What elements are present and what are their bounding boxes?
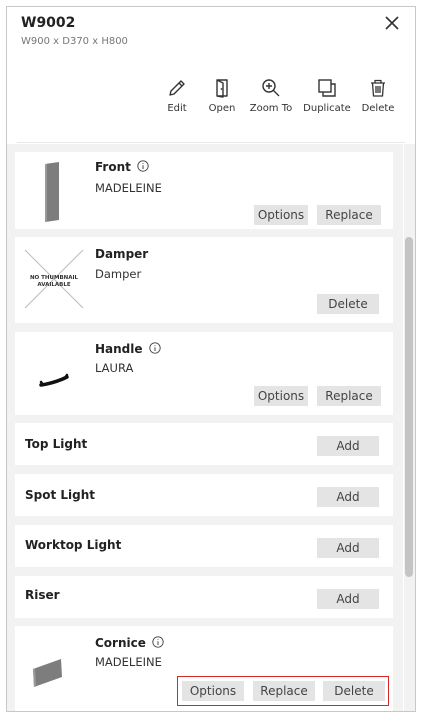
worktop-light-add-button[interactable]: Add — [317, 538, 379, 558]
door-icon — [216, 79, 228, 98]
top-light-add-button[interactable]: Add — [317, 436, 379, 456]
spot-light-name: Spot Light — [25, 488, 96, 502]
info-icon[interactable] — [152, 636, 164, 648]
handle-replace-button[interactable]: Replace — [317, 386, 381, 406]
info-icon[interactable] — [137, 160, 149, 172]
front-name: Front — [95, 160, 131, 174]
thumb-text-line1: NO THUMBNAIL — [30, 275, 79, 281]
trash-icon — [371, 79, 385, 97]
front-value: MADELEINE — [95, 181, 162, 195]
component-list: Front MADELEINE Options Replace NO THUMB… — [7, 144, 403, 711]
component-card-front: Front MADELEINE Options Replace — [15, 152, 393, 229]
top-light-name: Top Light — [25, 437, 88, 451]
cabinet-dimensions: W900 x D370 x H800 — [21, 36, 128, 47]
scrollbar-thumb[interactable] — [405, 237, 413, 577]
handle-value: LAURA — [95, 361, 134, 375]
handle-options-button[interactable]: Options — [254, 386, 308, 406]
cornice-value: MADELEINE — [95, 655, 162, 669]
spot-light-add-button[interactable]: Add — [317, 487, 379, 507]
front-name-row: Front — [95, 160, 149, 174]
duplicate-label: Duplicate — [303, 103, 351, 114]
handle-name: Handle — [95, 342, 143, 356]
zoom-to-button[interactable]: Zoom To — [245, 77, 297, 114]
riser-name: Riser — [25, 588, 60, 602]
component-card-worktop-light: Worktop Light Add — [15, 525, 393, 567]
thumb-text-line2: AVAILABLE — [37, 282, 71, 288]
damper-delete-button[interactable]: Delete — [317, 294, 379, 314]
toolbar-divider — [17, 142, 405, 143]
handle-name-row: Handle — [95, 342, 161, 356]
open-button[interactable]: Open — [196, 77, 248, 114]
component-card-spot-light: Spot Light Add — [15, 474, 393, 516]
delete-cabinet-button[interactable]: Delete — [352, 77, 404, 114]
duplicate-icon — [318, 79, 336, 97]
component-card-top-light: Top Light Add — [15, 423, 393, 465]
front-options-button[interactable]: Options — [254, 205, 308, 225]
handle-thumbnail — [39, 373, 69, 387]
duplicate-button[interactable]: Duplicate — [301, 77, 353, 114]
component-panel: W9002 W900 x D370 x H800 Edit Open Zoom … — [6, 6, 416, 712]
action-buttons-highlight — [177, 676, 389, 706]
delete-label: Delete — [361, 103, 395, 114]
cornice-name-row: Cornice — [95, 636, 164, 650]
front-replace-button[interactable]: Replace — [317, 205, 381, 225]
pencil-icon — [169, 80, 185, 96]
cornice-thumbnail — [33, 659, 62, 687]
damper-value: Damper — [95, 267, 142, 281]
close-icon[interactable] — [382, 13, 402, 33]
cabinet-title: W9002 — [21, 15, 76, 31]
damper-name: Damper — [95, 247, 149, 261]
component-card-handle: Handle LAURA Options Replace — [15, 332, 393, 415]
component-card-damper: NO THUMBNAIL AVAILABLE Damper Damper Del… — [15, 237, 393, 323]
no-thumbnail-image: NO THUMBNAIL AVAILABLE — [24, 249, 84, 309]
riser-add-button[interactable]: Add — [317, 589, 379, 609]
zoom-to-label: Zoom To — [249, 103, 293, 114]
info-icon[interactable] — [148, 342, 161, 354]
cornice-name: Cornice — [95, 636, 146, 650]
worktop-light-name: Worktop Light — [25, 538, 122, 552]
open-label: Open — [208, 103, 236, 114]
component-card-riser: Riser Add — [15, 576, 393, 618]
zoom-in-icon — [262, 79, 280, 97]
front-thumbnail — [45, 162, 59, 222]
